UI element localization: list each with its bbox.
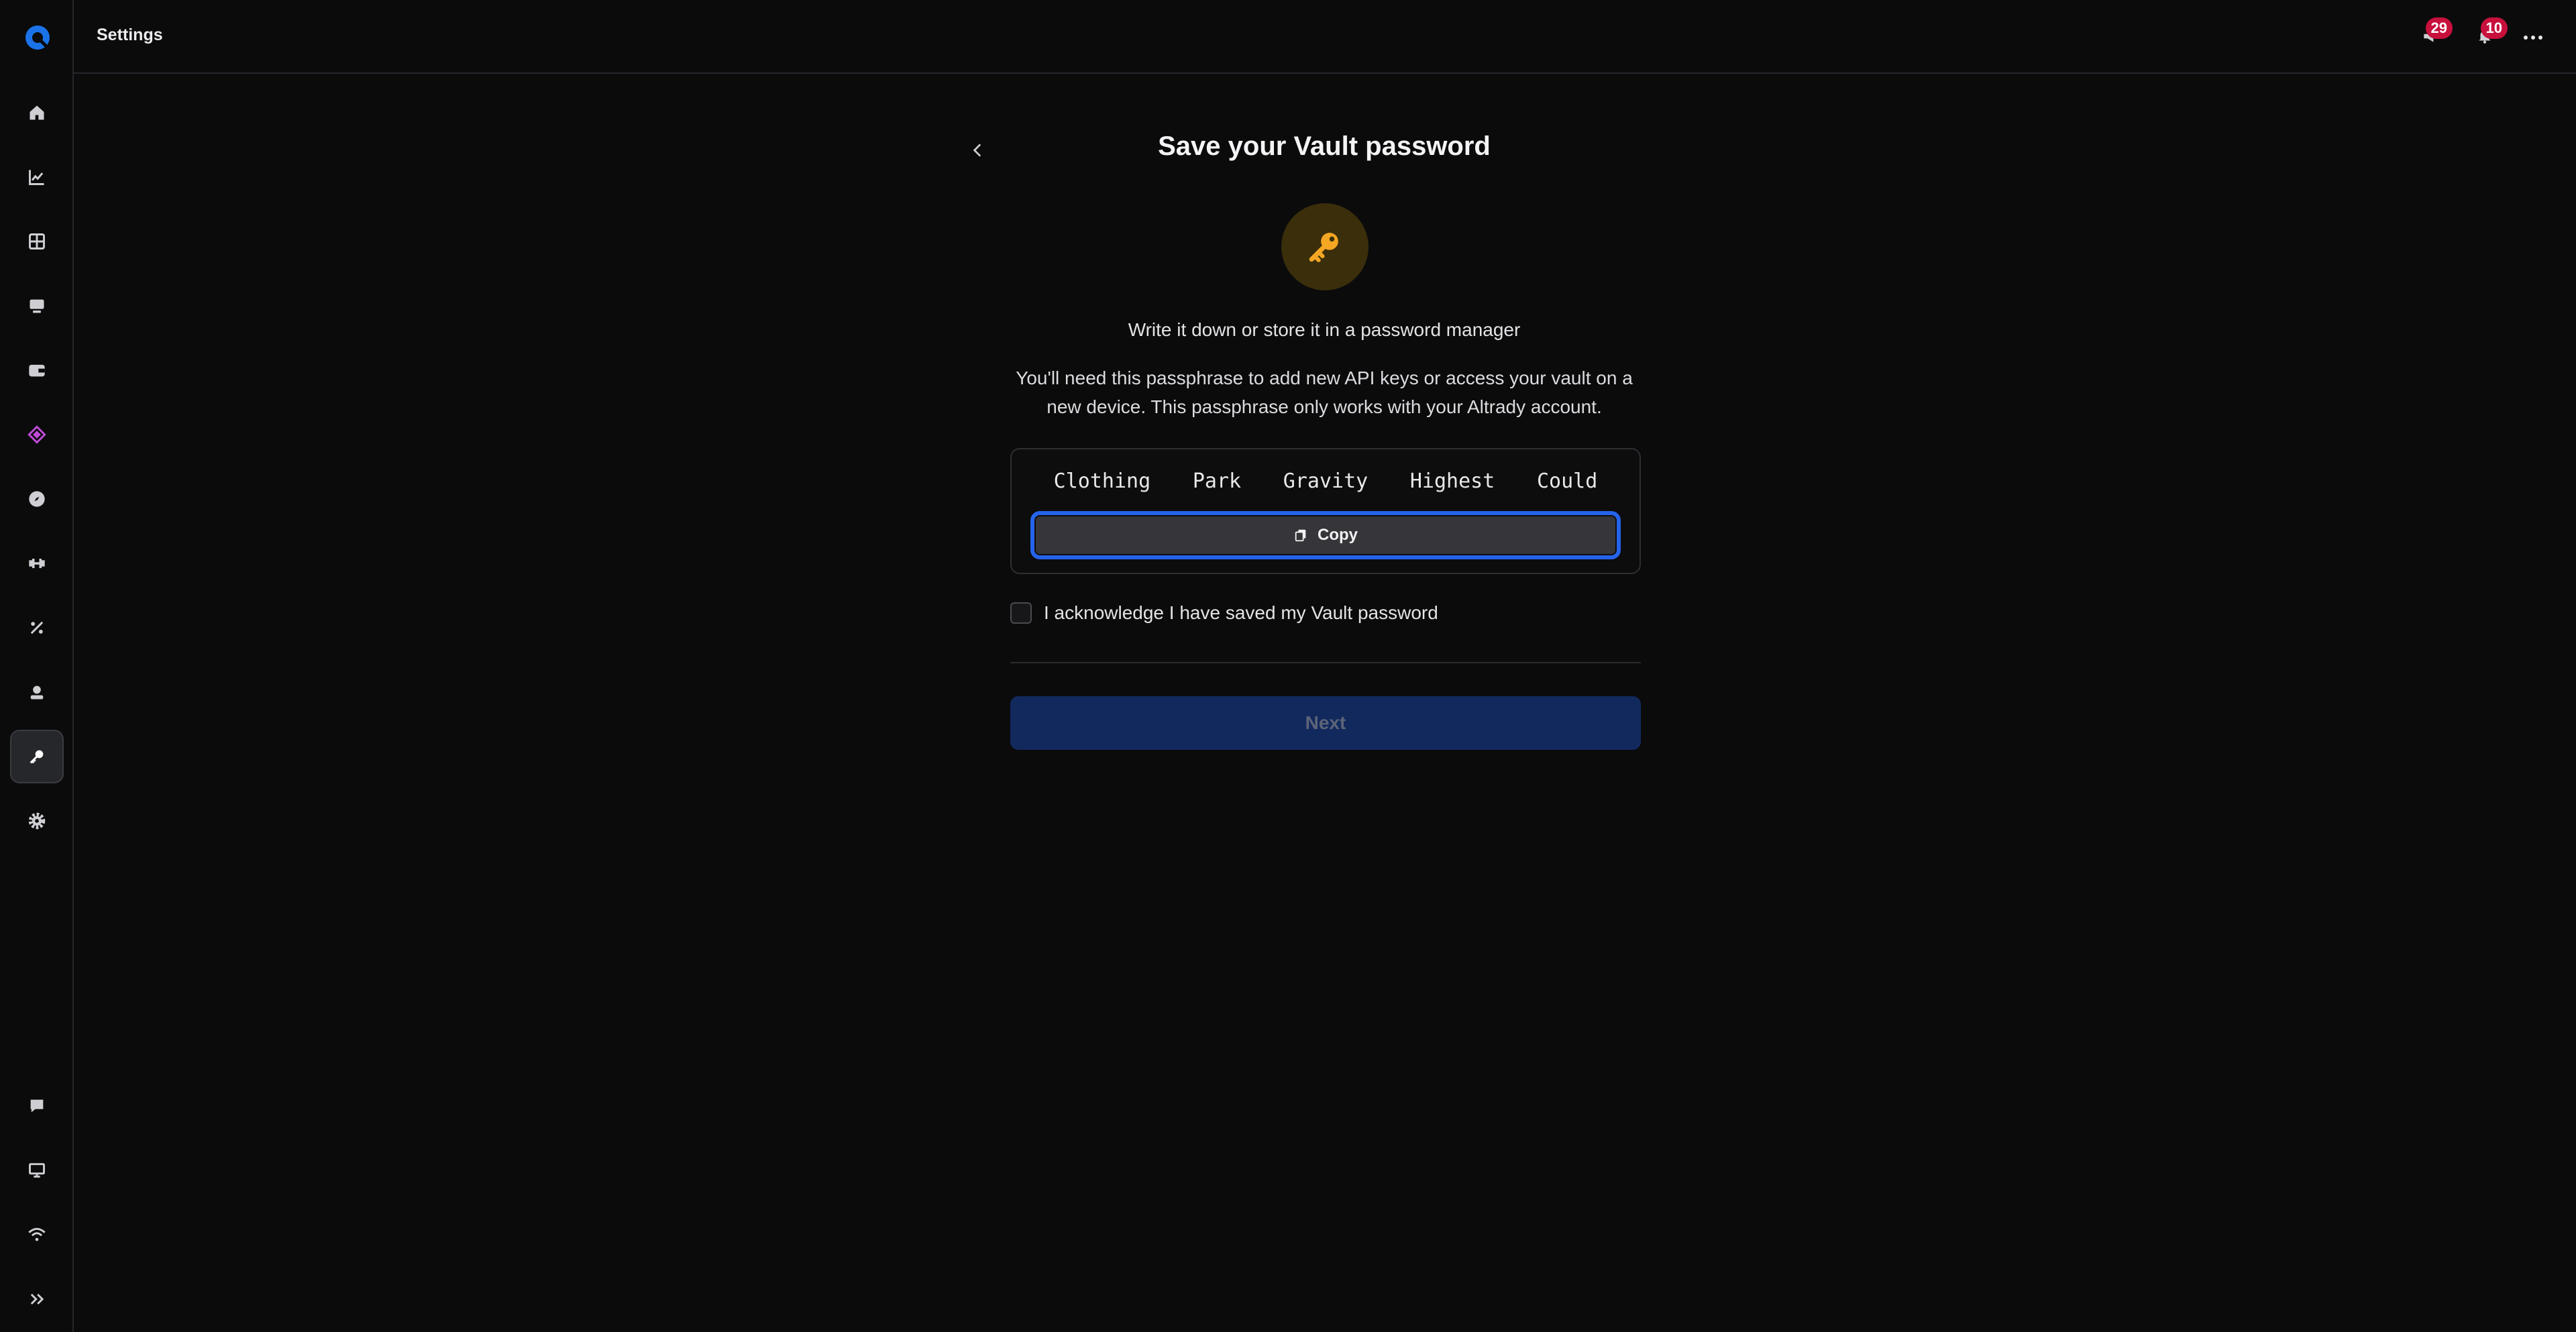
description: You'll need this passphrase to add new A…: [1016, 368, 1633, 417]
grid-icon: [29, 233, 45, 249]
sidebar-item-account[interactable]: [10, 665, 64, 719]
copy-button-label: Copy: [1318, 526, 1358, 544]
sidebar: [0, 0, 74, 1332]
page-title: Save your Vault password: [1158, 131, 1491, 161]
sidebar-item-bots[interactable]: [10, 537, 64, 590]
passphrase-words: Clothing Park Gravity Highest Could: [1012, 469, 1640, 493]
monitor-icon: [30, 299, 44, 313]
acknowledge-row[interactable]: I acknowledge I have saved my Vault pass…: [1010, 602, 1438, 624]
desktop-icon: [29, 1163, 45, 1178]
announcements-badge: 29: [2425, 17, 2453, 39]
passphrase-word: Clothing: [1053, 469, 1151, 493]
wifi-icon: [28, 1227, 46, 1241]
passphrase-word: Highest: [1409, 469, 1495, 493]
notifications-badge: 10: [2480, 17, 2508, 39]
compass-icon: [29, 491, 45, 507]
key-badge: [1281, 203, 1368, 290]
passphrase-box: Clothing Park Gravity Highest Could Copy: [1010, 448, 1641, 574]
stack-icon: [28, 425, 46, 444]
back-button[interactable]: [966, 138, 990, 162]
user-badge-icon: [30, 685, 44, 700]
sidebar-item-terminal[interactable]: [10, 279, 64, 333]
key-icon: [30, 750, 44, 764]
sidebar-item-vault[interactable]: [10, 408, 64, 461]
top-bar: Settings 29 10: [74, 0, 2576, 74]
sidebar-item-wallet[interactable]: [10, 343, 64, 397]
acknowledge-label[interactable]: I acknowledge I have saved my Vault pass…: [1044, 602, 1438, 624]
altrady-logo[interactable]: [24, 24, 51, 51]
sidebar-item-connection[interactable]: [10, 1208, 64, 1262]
chat-icon: [30, 1099, 44, 1113]
dumbbell-icon: [29, 559, 45, 568]
sidebar-item-settings[interactable]: [10, 794, 64, 848]
sidebar-item-analytics[interactable]: [10, 150, 64, 204]
announcements-button[interactable]: 29: [2418, 17, 2453, 48]
passphrase-word: Could: [1536, 469, 1598, 493]
home-icon: [30, 105, 44, 120]
chart-icon: [29, 170, 44, 185]
key-icon: [1309, 233, 1338, 262]
passphrase-word: Gravity: [1283, 469, 1368, 493]
sidebar-item-home[interactable]: [10, 86, 64, 140]
sidebar-expand-button[interactable]: [10, 1272, 64, 1326]
gear-icon: [28, 812, 46, 830]
next-button[interactable]: Next: [1010, 696, 1641, 750]
copy-button[interactable]: Copy: [1030, 511, 1621, 559]
percent-icon: [30, 621, 44, 634]
wallet-icon: [29, 364, 45, 377]
sidebar-item-support[interactable]: [10, 1079, 64, 1133]
sidebar-item-api-keys[interactable]: [10, 730, 64, 783]
sidebar-item-display[interactable]: [10, 1144, 64, 1197]
more-options-icon[interactable]: [2520, 25, 2546, 50]
acknowledge-checkbox[interactable]: [1010, 602, 1032, 624]
copy-icon: [1295, 529, 1306, 542]
sidebar-item-fees[interactable]: [10, 601, 64, 655]
sidebar-item-dashboard[interactable]: [10, 215, 64, 268]
page-header-title: Settings: [97, 25, 163, 44]
chevron-left-icon: [973, 144, 981, 157]
chevrons-right-icon: [30, 1293, 44, 1305]
divider: [1010, 662, 1641, 663]
subtitle: Write it down or store it in a password …: [1128, 319, 1521, 340]
passphrase-word: Park: [1192, 469, 1242, 493]
notifications-button[interactable]: 10: [2473, 17, 2508, 48]
sidebar-item-explore[interactable]: [10, 472, 64, 526]
